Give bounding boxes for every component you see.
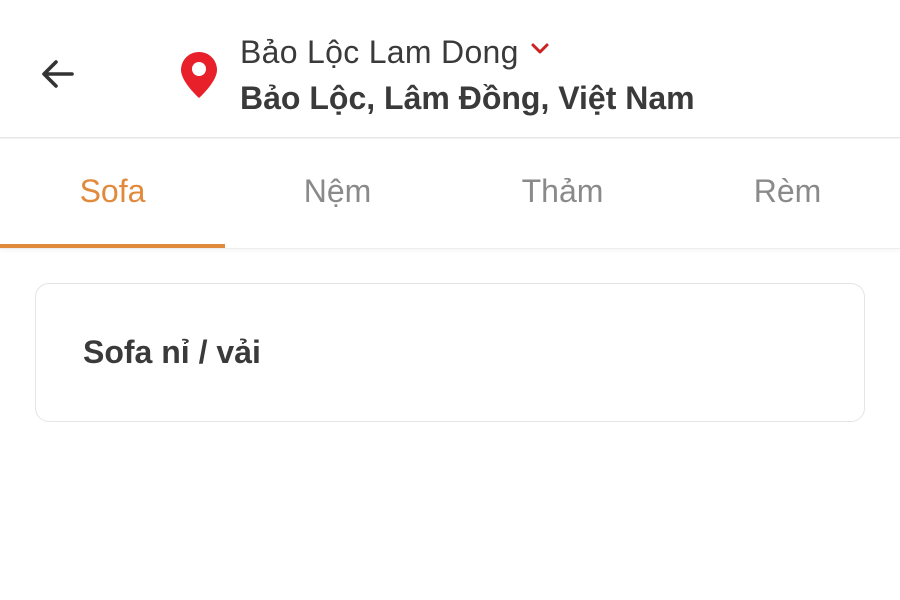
location-full-address: Bảo Lộc, Lâm Đồng, Việt Nam	[240, 80, 695, 116]
app-header: Bảo Lộc Lam Dong Bảo Lộc, Lâm Đồng, Việt…	[0, 0, 900, 138]
tab-nem[interactable]: Nệm	[225, 139, 450, 248]
map-pin-icon	[181, 52, 217, 98]
arrow-left-icon	[42, 60, 74, 88]
tab-rem[interactable]: Rèm	[675, 139, 900, 248]
category-tabs: Sofa Nệm Thảm Rèm	[0, 139, 900, 249]
category-card-title: Sofa nỉ / vải	[83, 334, 261, 370]
chevron-down-icon	[531, 43, 549, 54]
location-selector[interactable]: Bảo Lộc Lam Dong	[240, 32, 549, 72]
category-card-sofa-ni-vai[interactable]: Sofa nỉ / vải	[35, 283, 865, 422]
tab-tham[interactable]: Thảm	[450, 139, 675, 248]
tab-sofa[interactable]: Sofa	[0, 139, 225, 248]
location-short-name: Bảo Lộc Lam Dong	[240, 33, 519, 70]
back-button[interactable]	[30, 48, 86, 100]
